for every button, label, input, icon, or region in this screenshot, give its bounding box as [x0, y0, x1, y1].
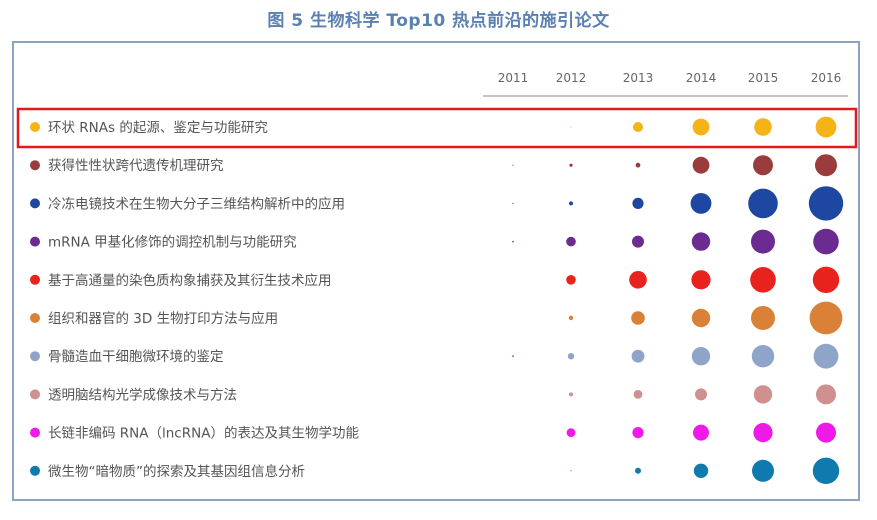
legend-marker — [30, 236, 40, 247]
bubble-mark — [751, 345, 775, 368]
bubble-mark — [569, 392, 573, 397]
row-label: 冷冻电镜技术在生物大分子三维结构解析中的应用 — [48, 195, 345, 212]
bubble-mark — [566, 275, 576, 285]
bubble-mark — [695, 388, 707, 401]
row-label: 组织和器官的 3D 生物打印方法与应用 — [48, 310, 278, 327]
bubble-mark — [816, 384, 836, 405]
bubble-mark — [753, 385, 773, 404]
bubble-mark — [690, 193, 712, 214]
legend-marker — [30, 313, 40, 323]
bubble-mark — [692, 156, 710, 174]
chart-row: 微生物“暗物质”的探索及其基因组信息分析 — [30, 457, 840, 484]
bubble-mark — [751, 306, 775, 330]
chart-row: 组织和器官的 3D 生物打印方法与应用 — [30, 301, 843, 335]
bubble-mark — [815, 116, 837, 138]
bubble-mark — [635, 467, 641, 474]
bubble-mark — [753, 423, 773, 443]
bubble-mark — [570, 470, 572, 472]
bubble-mark — [691, 232, 711, 251]
chart-row: 长链非编码 RNA（lncRNA）的表达及其生物学功能 — [30, 422, 836, 443]
row-label: 长链非编码 RNA（lncRNA）的表达及其生物学功能 — [48, 426, 359, 442]
x-tick-label: 2015 — [748, 71, 779, 85]
bubble-mark — [750, 267, 776, 293]
bubble-mark — [631, 311, 645, 325]
bubble-chart: 2011 2012 2013 2014 2015 2016 环状 RNAs 的起源、鉴定与… — [16, 71, 858, 484]
legend-marker — [30, 122, 40, 132]
chart-row: 环状 RNAs 的起源、鉴定与功能研究 — [30, 116, 837, 138]
bubble-mark — [693, 463, 709, 478]
bubble-mark — [691, 308, 711, 328]
legend-marker — [30, 427, 40, 438]
row-label: 环状 RNAs 的起源、鉴定与功能研究 — [48, 120, 268, 136]
bubble-mark — [566, 236, 576, 247]
bubble-mark — [566, 428, 576, 437]
x-tick-label: 2016 — [811, 71, 842, 85]
bubble-mark — [816, 422, 836, 443]
legend-marker — [30, 160, 40, 171]
bubble-mark — [815, 154, 837, 177]
bubble-mark — [511, 355, 515, 358]
chart-row: 基于高通量的染色质构象捕获及其衍生技术应用 — [30, 266, 840, 293]
bubble-mark — [812, 266, 840, 293]
bubble-mark — [633, 122, 643, 132]
chart-row: 冷冻电镜技术在生物大分子三维结构解析中的应用 — [30, 186, 844, 221]
bubble-mark — [813, 228, 839, 255]
chart-row: 获得性性状跨代遗传机理研究 — [30, 154, 837, 177]
bubble-mark — [632, 235, 644, 248]
bubble-mark — [752, 459, 774, 482]
bubble-mark — [693, 424, 709, 441]
legend-marker — [30, 465, 40, 476]
bubble-mark — [633, 390, 643, 399]
bubble-mark — [748, 188, 778, 219]
bubble-mark — [570, 126, 572, 128]
bubble-mark — [635, 162, 641, 168]
bubble-mark — [691, 347, 711, 366]
row-label: 透明脑结构光学成像技术与方法 — [48, 387, 237, 403]
chart-row: 骨髓造血干细胞微环境的鉴定 — [30, 343, 839, 369]
x-tick-label: 2013 — [623, 71, 654, 85]
bubble-mark — [812, 457, 840, 484]
bubble-mark — [629, 271, 647, 289]
chart-row: 透明脑结构光学成像技术与方法 — [30, 384, 836, 405]
bubble-mark — [751, 229, 775, 254]
row-label: 骨髓造血干细胞微环境的鉴定 — [48, 349, 224, 365]
bubble-mark — [691, 270, 711, 290]
legend-marker — [30, 198, 40, 209]
x-tick-label: 2012 — [556, 71, 587, 85]
bubble-mark — [512, 164, 514, 166]
bubble-mark — [632, 427, 644, 439]
bubble-mark — [813, 343, 839, 369]
legend-marker — [30, 351, 40, 362]
legend-marker — [30, 389, 40, 400]
row-label: 基于高通量的染色质构象捕获及其衍生技术应用 — [48, 272, 332, 289]
x-tick-label: 2011 — [498, 71, 529, 85]
bubble-mark — [512, 202, 514, 204]
bubble-mark — [632, 197, 644, 209]
bubble-mark — [808, 186, 844, 221]
bubble-mark — [568, 315, 574, 321]
bubble-mark — [567, 353, 575, 360]
bubble-mark — [569, 163, 573, 167]
bubble-mark — [692, 118, 710, 136]
bubble-mark — [512, 240, 514, 243]
bubble-mark — [631, 349, 645, 363]
bubble-mark — [753, 155, 773, 176]
x-tick-label: 2014 — [686, 71, 717, 85]
row-label: mRNA 甲基化修饰的调控机制与功能研究 — [48, 234, 297, 251]
bubble-mark — [754, 118, 772, 136]
legend-marker — [30, 274, 40, 285]
row-label: 获得性性状跨代遗传机理研究 — [48, 157, 224, 174]
chart-row: mRNA 甲基化修饰的调控机制与功能研究 — [30, 228, 839, 255]
bubble-mark — [569, 201, 573, 206]
row-label: 微生物“暗物质”的探索及其基因组信息分析 — [48, 463, 305, 480]
bubble-mark — [809, 301, 843, 335]
